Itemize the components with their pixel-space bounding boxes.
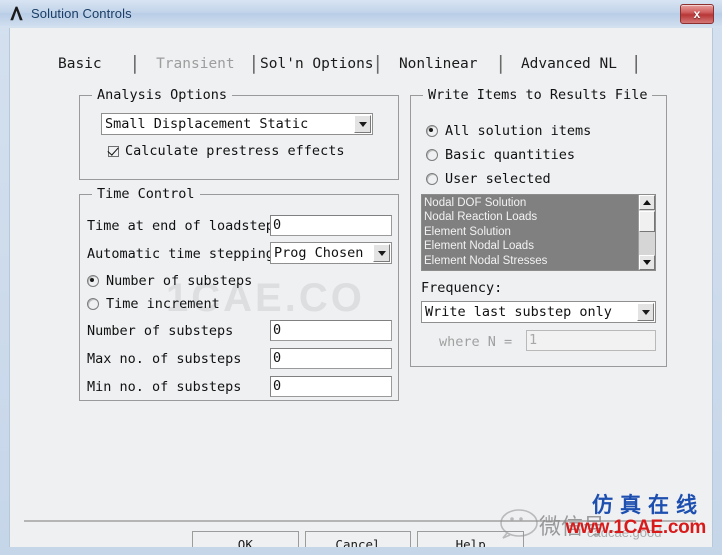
- radio-icon: [87, 298, 99, 310]
- time-control-group: Time Control Time at end of loadstep 0 A…: [79, 186, 399, 401]
- write-items-group: Write Items to Results File All solution…: [410, 87, 667, 367]
- window-title: Solution Controls: [31, 5, 132, 21]
- footer-divider: [24, 520, 696, 522]
- list-item[interactable]: Nodal Reaction Loads: [424, 210, 638, 224]
- radio-time-increment-label: Time increment: [106, 296, 220, 312]
- tab-separator: |: [131, 52, 139, 74]
- frequency-combo[interactable]: Write last substep only: [421, 301, 656, 323]
- tab-basic[interactable]: Basic: [58, 56, 102, 72]
- analysis-type-value: Small Displacement Static: [105, 116, 309, 132]
- analysis-options-group: Analysis Options Small Displacement Stat…: [79, 87, 399, 180]
- radio-number-of-substeps[interactable]: Number of substeps: [87, 273, 252, 289]
- number-of-substeps-input[interactable]: 0: [270, 320, 392, 341]
- calculate-prestress-checkbox[interactable]: Calculate prestress effects: [108, 143, 344, 159]
- tab-advanced-nl[interactable]: Advanced NL: [521, 56, 617, 72]
- auto-time-stepping-value: Prog Chosen: [274, 245, 364, 261]
- frequency-value: Write last substep only: [425, 304, 612, 320]
- where-n-label: where N =: [439, 334, 513, 350]
- radio-user-selected-label: User selected: [445, 171, 551, 187]
- solution-controls-window: Solution Controls x 1CAE.CO Basic | Tran…: [0, 0, 722, 555]
- help-button[interactable]: Help: [417, 531, 525, 547]
- watermark-brand: 仿真在线 www.1CAE.com: [494, 489, 710, 545]
- radio-basic-quantities-label: Basic quantities: [445, 147, 576, 163]
- radio-all-solution-items[interactable]: All solution items: [426, 123, 591, 139]
- min-no-of-substeps-label: Min no. of substeps: [87, 379, 242, 395]
- scroll-down-icon[interactable]: [639, 255, 655, 270]
- close-icon: x: [693, 7, 701, 21]
- where-n-input: 1: [526, 330, 656, 351]
- ok-button[interactable]: OK: [192, 531, 299, 547]
- time-at-end-label: Time at end of loadstep: [87, 218, 274, 234]
- tab-soln-options[interactable]: Sol'n Options: [260, 56, 374, 72]
- close-button[interactable]: x: [680, 4, 714, 24]
- auto-time-stepping-label: Automatic time stepping: [87, 246, 274, 262]
- scrollbar-thumb[interactable]: [639, 211, 655, 232]
- cancel-button[interactable]: Cancel: [304, 531, 412, 547]
- watermark-wechat-en: cadcae.good: [587, 525, 662, 540]
- radio-user-selected[interactable]: User selected: [426, 171, 551, 187]
- tab-separator: |: [250, 52, 258, 74]
- checkbox-icon: [108, 145, 119, 157]
- tab-separator: |: [632, 52, 640, 74]
- max-no-of-substeps-input[interactable]: 0: [270, 348, 392, 369]
- max-no-of-substeps-label: Max no. of substeps: [87, 351, 242, 367]
- solution-items-listbox[interactable]: Nodal DOF Solution Nodal Reaction Loads …: [421, 194, 656, 271]
- tab-separator: |: [497, 52, 504, 74]
- frequency-label: Frequency:: [421, 280, 503, 296]
- watermark-wechat-cn: 微信号: [539, 515, 606, 540]
- radio-basic-quantities[interactable]: Basic quantities: [426, 147, 575, 163]
- radio-icon: [426, 173, 438, 185]
- tab-bar: Basic | Transient | Sol'n Options | Nonl…: [10, 44, 712, 84]
- radio-time-increment[interactable]: Time increment: [87, 296, 220, 312]
- list-item[interactable]: Element Solution: [424, 225, 638, 239]
- listbox-vertical-scrollbar[interactable]: [638, 195, 655, 270]
- time-at-end-input[interactable]: 0: [270, 215, 392, 236]
- auto-time-stepping-combo[interactable]: Prog Chosen: [270, 242, 392, 264]
- tab-separator: |: [374, 52, 381, 74]
- list-item[interactable]: Element Nodal Stresses: [424, 254, 638, 268]
- tab-nonlinear[interactable]: Nonlinear: [399, 56, 478, 72]
- solution-items-list[interactable]: Nodal DOF Solution Nodal Reaction Loads …: [422, 195, 638, 270]
- title-bar[interactable]: Solution Controls x: [0, 0, 722, 26]
- radio-icon: [87, 275, 99, 287]
- footer-button-row: OK Cancel Help: [192, 531, 525, 547]
- list-item[interactable]: Nodal DOF Solution: [424, 196, 638, 210]
- watermark-brand-cn: 仿真在线: [592, 493, 704, 517]
- radio-number-of-substeps-label: Number of substeps: [106, 273, 253, 289]
- ansys-a-logo-icon: [8, 5, 25, 22]
- calculate-prestress-label: Calculate prestress effects: [125, 143, 345, 159]
- chevron-down-icon[interactable]: [373, 244, 390, 262]
- scroll-up-icon[interactable]: [639, 195, 655, 210]
- time-control-legend: Time Control: [92, 186, 200, 202]
- min-no-of-substeps-input[interactable]: 0: [270, 376, 392, 397]
- write-items-legend: Write Items to Results File: [423, 87, 653, 103]
- dialog-client-area: 1CAE.CO Basic | Transient | Sol'n Option…: [9, 28, 713, 547]
- analysis-options-legend: Analysis Options: [92, 87, 233, 103]
- number-of-substeps-label: Number of substeps: [87, 323, 234, 339]
- chevron-down-icon[interactable]: [637, 303, 654, 321]
- radio-all-solution-items-label: All solution items: [445, 123, 592, 139]
- analysis-type-combo[interactable]: Small Displacement Static: [101, 113, 373, 135]
- chevron-down-icon[interactable]: [354, 115, 371, 133]
- tab-transient: Transient: [156, 56, 235, 72]
- radio-icon: [426, 149, 438, 161]
- radio-icon: [426, 125, 438, 137]
- list-item[interactable]: Element Nodal Loads: [424, 239, 638, 253]
